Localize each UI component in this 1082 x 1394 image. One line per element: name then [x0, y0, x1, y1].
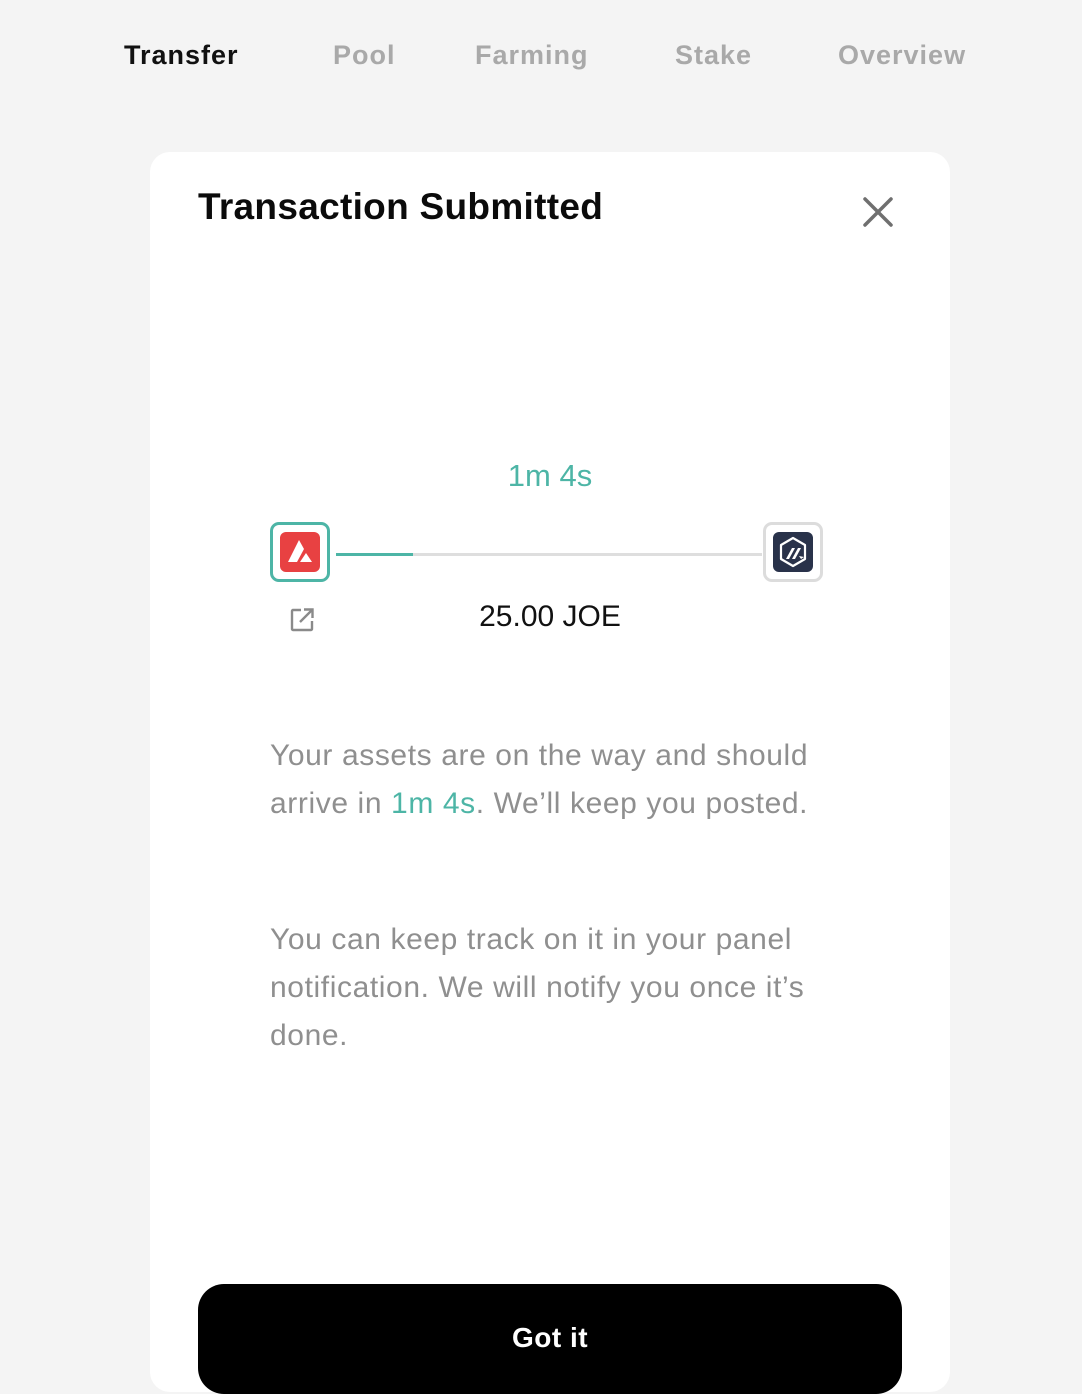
got-it-button[interactable]: Got it: [198, 1284, 902, 1394]
tab-transfer[interactable]: Transfer: [124, 40, 239, 71]
arrival-eta-highlight: 1m 4s: [391, 787, 476, 820]
transfer-amount: 25.00 JOE: [479, 600, 621, 633]
tab-farming[interactable]: Farming: [475, 40, 589, 71]
tab-stake[interactable]: Stake: [675, 40, 752, 71]
arrival-message: Your assets are on the way and should ar…: [270, 732, 850, 828]
close-icon: [863, 197, 893, 227]
close-button[interactable]: [856, 190, 900, 234]
progress-fill: [336, 553, 413, 556]
destination-chain: [763, 522, 823, 582]
avalanche-logo-icon: [280, 532, 320, 572]
tab-pool[interactable]: Pool: [333, 40, 396, 71]
tracking-message: You can keep track on it in your panel n…: [270, 923, 805, 1052]
top-nav: Transfer Pool Farming Stake Overview: [0, 40, 1082, 82]
eta-label: 1m 4s: [507, 458, 593, 493]
transaction-submitted-modal: Transaction Submitted 1m 4s 25.00 JOE Yo…: [150, 152, 950, 1394]
tab-overview[interactable]: Overview: [838, 40, 966, 71]
modal-title: Transaction Submitted: [198, 186, 604, 227]
source-chain: [270, 522, 330, 582]
arrival-message-after: . We’ll keep you posted.: [475, 787, 809, 820]
arbitrum-logo-icon: [773, 532, 813, 572]
